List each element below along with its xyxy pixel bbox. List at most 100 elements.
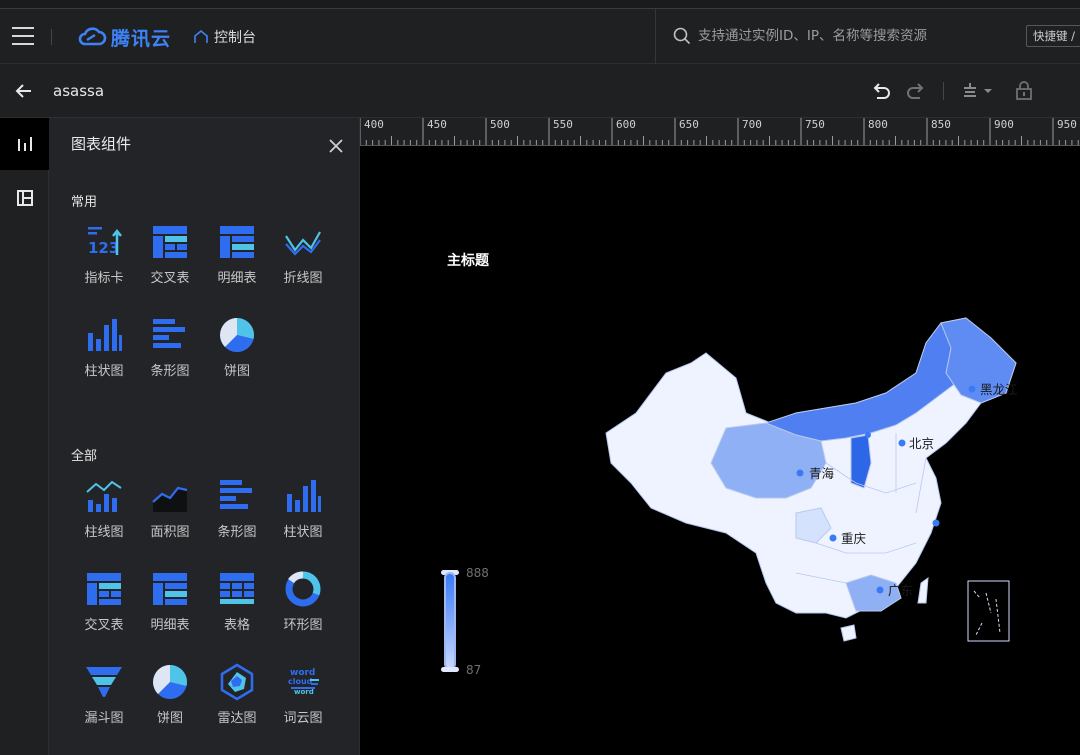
section-all-label: 全部 <box>71 449 98 464</box>
component-label: 表格 <box>223 618 250 633</box>
chart-components-panel: 图表组件 常用 123 指标卡 交叉表 明细表 折线图 柱状图 条形图 饼图 全… <box>49 118 360 755</box>
table-icon <box>220 573 254 604</box>
pie-chart-icon <box>153 665 187 699</box>
map-region-hainan <box>840 624 857 642</box>
cross-table-icon <box>153 226 187 258</box>
redo-icon <box>907 83 924 99</box>
component-kpi-card[interactable]: 123 指标卡 <box>74 222 134 292</box>
window-top-edge <box>0 0 1080 9</box>
search-input[interactable] <box>698 24 1018 48</box>
component-radar-chart[interactable]: 雷达图 <box>207 662 267 732</box>
align-icon <box>964 83 992 97</box>
component-area-chart[interactable]: 面积图 <box>140 476 200 546</box>
visual-map-legend[interactable] <box>444 572 456 670</box>
cloud-logo-icon <box>78 27 107 46</box>
component-label: 环形图 <box>283 618 323 633</box>
home-icon <box>194 29 208 43</box>
map-point-guangdong <box>876 586 884 594</box>
detail-table-icon <box>153 573 187 605</box>
section-common-label: 常用 <box>71 195 98 210</box>
component-pie-chart[interactable]: 饼图 <box>140 662 200 732</box>
donut-chart-icon <box>285 571 321 607</box>
console-label: 控制台 <box>214 30 256 46</box>
menu-icon[interactable] <box>12 27 34 45</box>
label-heilongjiang: 黑龙江 <box>980 382 1018 397</box>
line-chart-icon <box>285 231 321 256</box>
ruler-tick-label: 850 <box>931 118 951 131</box>
svg-text:word: word <box>294 688 314 696</box>
component-donut-chart[interactable]: 环形图 <box>273 569 333 639</box>
component-label: 条形图 <box>217 525 257 540</box>
component-bar-chart[interactable]: 柱状图 <box>74 315 134 385</box>
align-dropdown[interactable] <box>960 80 996 102</box>
label-qinghai: 青海 <box>809 466 835 481</box>
component-cross-table[interactable]: 交叉表 <box>140 222 200 292</box>
legend-min-handle[interactable] <box>441 667 459 672</box>
component-label: 交叉表 <box>84 618 124 633</box>
label-chongqing: 重庆 <box>841 531 867 546</box>
label-beijing: 北京 <box>909 436 934 451</box>
divider <box>51 29 52 45</box>
ruler-tick-label: 550 <box>553 118 573 131</box>
shortcut-button[interactable]: 快捷键 / <box>1026 25 1080 47</box>
detail-table-icon <box>220 226 254 258</box>
brand-logo[interactable]: 腾讯云 <box>77 24 171 50</box>
undo-button[interactable] <box>870 80 892 102</box>
component-bar-line-chart[interactable]: 柱线图 <box>74 476 134 546</box>
ruler-tick-label: 600 <box>616 118 636 131</box>
component-label: 雷达图 <box>217 711 257 726</box>
horizontal-ruler: 400 450 500 550 600 650 700 750 800 850 900 950 <box>360 118 1080 146</box>
component-bar-chart[interactable]: 柱状图 <box>273 476 333 546</box>
component-label: 饼图 <box>223 364 250 379</box>
component-label: 面积图 <box>150 525 190 540</box>
bar-line-chart-icon <box>86 480 122 512</box>
legend-min-value: 87 <box>466 663 482 677</box>
component-cross-table[interactable]: 交叉表 <box>74 569 134 639</box>
lock-icon <box>1016 81 1032 100</box>
ruler-tick-label: 700 <box>742 118 762 131</box>
bar-chart-icon <box>287 480 321 512</box>
chart-title[interactable]: 主标题 <box>447 250 489 270</box>
lock-button[interactable] <box>1013 80 1035 102</box>
chart-components-tab[interactable] <box>0 118 49 170</box>
component-horizontal-bar[interactable]: 条形图 <box>140 315 200 385</box>
map-point-chongqing <box>829 534 837 542</box>
ruler-tick-label: 950 <box>1057 118 1077 131</box>
component-word-cloud[interactable]: word cloud word 词云图 <box>273 662 333 732</box>
layout-components-tab[interactable] <box>0 172 49 224</box>
kpi-card-icon: 123 <box>88 227 122 257</box>
component-label: 交叉表 <box>150 271 190 286</box>
svg-text:123: 123 <box>88 239 119 257</box>
redo-button[interactable] <box>905 80 927 102</box>
component-line-chart[interactable]: 折线图 <box>273 222 333 292</box>
component-pie-chart[interactable]: 饼图 <box>207 315 267 385</box>
map-point-shanxi <box>865 432 871 438</box>
brand-name: 腾讯云 <box>111 27 172 50</box>
map-point-qinghai <box>796 469 804 477</box>
horizontal-bar-icon <box>153 319 185 348</box>
left-icon-bar <box>0 118 49 755</box>
editor-toolbar: asassa <box>0 64 1080 118</box>
close-icon[interactable] <box>329 139 343 153</box>
bar-chart-icon <box>17 137 32 151</box>
china-map[interactable]: 黑龙江 北京 青海 重庆 广东 <box>596 313 1036 653</box>
component-detail-table[interactable]: 明细表 <box>140 569 200 639</box>
ruler-tick-label: 450 <box>427 118 447 131</box>
svg-text:cloud: cloud <box>288 677 313 686</box>
back-arrow-icon[interactable] <box>14 81 34 101</box>
top-navigation-bar: 腾讯云 控制台 快捷键 / <box>0 9 1080 64</box>
component-horizontal-bar[interactable]: 条形图 <box>207 476 267 546</box>
component-table[interactable]: 表格 <box>207 569 267 639</box>
dashboard-canvas[interactable]: 400 450 500 550 600 650 700 750 800 850 900 950 主标题… <box>360 118 1080 755</box>
component-label: 柱线图 <box>84 525 124 540</box>
component-detail-table[interactable]: 明细表 <box>207 222 267 292</box>
area-chart-icon <box>152 486 188 512</box>
component-label: 明细表 <box>150 618 190 633</box>
ruler-tick-label: 800 <box>868 118 888 131</box>
component-label: 明细表 <box>217 271 257 286</box>
global-search: 快捷键 / <box>655 9 1080 64</box>
component-funnel-chart[interactable]: 漏斗图 <box>74 662 134 732</box>
console-link[interactable]: 控制台 <box>193 27 256 47</box>
component-label: 指标卡 <box>84 271 124 286</box>
component-label: 柱状图 <box>283 525 323 540</box>
